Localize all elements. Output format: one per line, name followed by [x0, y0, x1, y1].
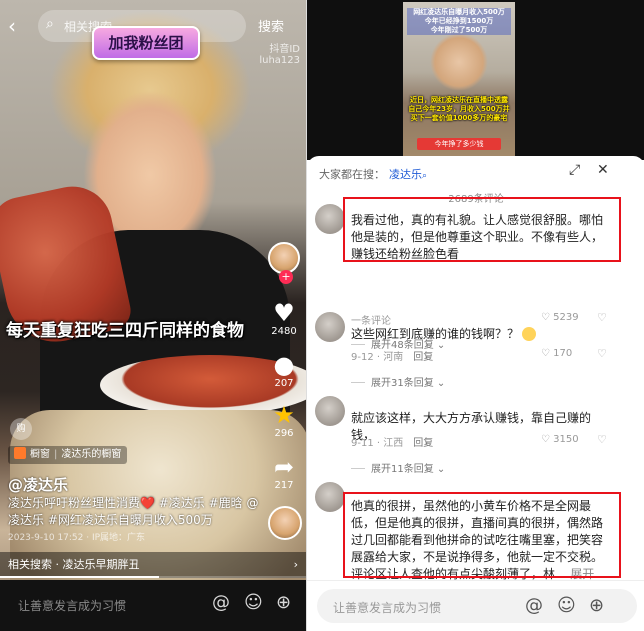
related-search-bar[interactable]: 相关搜索 · 凌达乐早期胖丑 ›	[0, 552, 306, 578]
expand-replies-label: 展开31条回复	[371, 378, 434, 389]
shop-chip-separator: |	[54, 449, 58, 460]
emoji-icon[interactable]: ☺	[244, 592, 263, 613]
share-button[interactable]: ➦ 217	[262, 454, 306, 492]
mini-video-area[interactable]: 网红凌达乐自曝月收入500万 今年已经挣到1500万 今年刚过了500万 近日，…	[307, 0, 644, 160]
video-progress-fill	[0, 576, 160, 578]
hot-search-header[interactable]: 大家都在搜： 凌达乐⌕	[319, 166, 427, 182]
star-icon: ★	[273, 401, 295, 429]
favorite-button[interactable]: ★ 296	[262, 402, 306, 440]
close-icon[interactable]: ✕	[597, 162, 609, 178]
comment-time: 9-11 · 江西 回复	[351, 434, 433, 449]
heart-outline-icon: ♡	[541, 312, 550, 323]
expand-replies-label: 展开11条回复	[371, 464, 434, 475]
search-small-icon: ⌕	[422, 171, 428, 181]
comment-text-body: 这些网红到底赚的谁的钱啊？？	[351, 327, 520, 341]
dislike-icon[interactable]: ♡	[597, 311, 607, 324]
like-button[interactable]: ♥ 2480	[262, 300, 306, 338]
dislike-icon[interactable]: ♡	[597, 347, 607, 360]
follow-plus-icon[interactable]: +	[279, 270, 293, 284]
music-disc-avatar[interactable]	[268, 506, 302, 540]
expand-icon[interactable]: ⤢	[569, 162, 580, 178]
comment-like-count: 3150	[553, 434, 579, 445]
comment-input-placeholder: 让善意发言成为习惯	[333, 601, 442, 615]
shop-badge[interactable]: 购	[10, 418, 32, 440]
shop-chip-label: 橱窗	[30, 449, 50, 460]
chevron-down-icon: ⌄	[436, 378, 446, 389]
heart-outline-icon: ♡	[541, 348, 550, 359]
share-count: 217	[274, 480, 294, 491]
expand-divider	[351, 344, 365, 345]
hot-search-prefix: 大家都在搜：	[319, 168, 385, 181]
comment-time-text: 9-11 · 江西	[351, 438, 404, 449]
fan-club-banner[interactable]: 加我粉丝团	[92, 26, 200, 60]
search-button[interactable]: 搜索	[258, 16, 284, 35]
search-icon: ⌕	[46, 16, 54, 32]
commenter-avatar[interactable]	[315, 482, 345, 512]
expand-divider	[351, 468, 365, 469]
expand-divider	[351, 382, 365, 383]
emoji-icon[interactable]: ☺	[557, 595, 576, 616]
dislike-icon[interactable]: ♡	[597, 433, 607, 446]
shop-window-chip[interactable]: 橱窗 | 凌达乐的橱窗	[8, 446, 128, 464]
comment-like-count: 170	[553, 348, 573, 359]
like-count: 2480	[271, 326, 297, 337]
comment-sheet: 大家都在搜： 凌达乐⌕ ⤢ ✕ 2689条评论 我看过他，真的有礼貌。让人感觉很舒…	[307, 156, 644, 631]
reply-button[interactable]: 回复	[413, 352, 433, 363]
post-meta: 2023-9-10 17:52 · IP属地：广东	[8, 533, 146, 543]
heart-outline-icon: ♡	[541, 434, 550, 445]
comment-like[interactable]: ♡ 3150	[541, 434, 579, 445]
comment-input-bar[interactable]: 让善意发言成为习惯 @ ☺ ⊕	[307, 580, 644, 631]
highlight-box	[343, 492, 621, 578]
chevron-right-icon: ›	[293, 558, 298, 571]
commenter-avatar[interactable]	[315, 312, 345, 342]
expand-replies[interactable]: 展开31条回复 ⌄	[351, 374, 445, 389]
heart-icon: ♥	[273, 299, 295, 327]
comment-like-count: 5239	[553, 312, 579, 323]
author-name[interactable]: @凌达乐	[8, 474, 68, 495]
thumb-top-text: 网红凌达乐自曝月收入500万 今年已经挣到1500万 今年刚过了500万	[407, 8, 511, 35]
back-arrow-icon[interactable]: ‹	[8, 14, 16, 38]
emoji-icon	[522, 327, 537, 341]
reply-button[interactable]: 回复	[413, 438, 433, 449]
hot-search-keyword[interactable]: 凌达乐	[389, 168, 422, 181]
highlight-box	[343, 197, 621, 262]
shopping-bag-icon	[14, 447, 26, 459]
comment-button[interactable]: ● 207	[262, 352, 306, 390]
plus-icon[interactable]: ⊕	[589, 595, 604, 616]
at-icon[interactable]: @	[525, 595, 543, 616]
comment-like[interactable]: ♡ 170	[541, 348, 572, 359]
video-panel[interactable]: ‹ ⌕ 相关搜索 搜索 加我粉丝团 抖音ID luha123 每天重复狂吃三四斤…	[0, 0, 306, 631]
shop-chip-name: 凌达乐的橱窗	[61, 449, 122, 460]
commenter-name[interactable]: 一条评论	[351, 312, 391, 327]
comment-input-field[interactable]: 让善意发言成为习惯 @ ☺ ⊕	[317, 589, 637, 623]
commenter-avatar[interactable]	[315, 204, 345, 234]
douyin-id-watermark: 抖音ID luha123	[259, 44, 300, 66]
plus-icon[interactable]: ⊕	[276, 592, 291, 613]
expand-replies[interactable]: 展开11条回复 ⌄	[351, 460, 445, 475]
mini-video-thumbnail[interactable]: 网红凌达乐自曝月收入500万 今年已经挣到1500万 今年刚过了500万 近日，…	[403, 2, 515, 158]
comment-text: 这些网红到底赚的谁的钱啊？？	[351, 326, 613, 343]
commenter-avatar[interactable]	[315, 396, 345, 426]
comments-panel: 网红凌达乐自曝月收入500万 今年已经挣到1500万 今年刚过了500万 近日，…	[306, 0, 644, 631]
creator-avatar[interactable]: +	[268, 242, 300, 284]
thumb-badge: 今年挣了多少钱	[417, 138, 501, 150]
video-progress-bar[interactable]	[0, 576, 306, 578]
comment-time-text: 9-12 · 河南	[351, 352, 404, 363]
favorite-count: 296	[274, 428, 294, 439]
related-search-text: 相关搜索 · 凌达乐早期胖丑	[8, 558, 140, 571]
video-description: 凌达乐呼吁粉丝理性消费❤️ #凌达乐 #鹿晗 @凌达乐 #网红凌达乐自曝月收入5…	[8, 496, 259, 527]
chevron-down-icon: ⌄	[436, 464, 446, 475]
video-overlay-caption: 每天重复狂吃三四斤同样的食物	[6, 321, 244, 341]
comment-input-bar[interactable]: 让善意发言成为习惯 @ ☺ ⊕	[0, 580, 306, 631]
share-icon: ➦	[273, 453, 295, 481]
at-icon[interactable]: @	[212, 592, 230, 613]
comment-input-placeholder: 让善意发言成为习惯	[18, 599, 127, 613]
comment-count: 207	[274, 378, 294, 389]
thumb-mid-text: 近日，网红凌达乐在直播中透露自己今年23岁，月收入500万并买下一套价值1000…	[408, 96, 510, 122]
comment-like[interactable]: ♡ 5239	[541, 312, 579, 323]
comment-icon: ●	[273, 351, 295, 379]
comment-time: 9-12 · 河南 回复	[351, 348, 433, 363]
